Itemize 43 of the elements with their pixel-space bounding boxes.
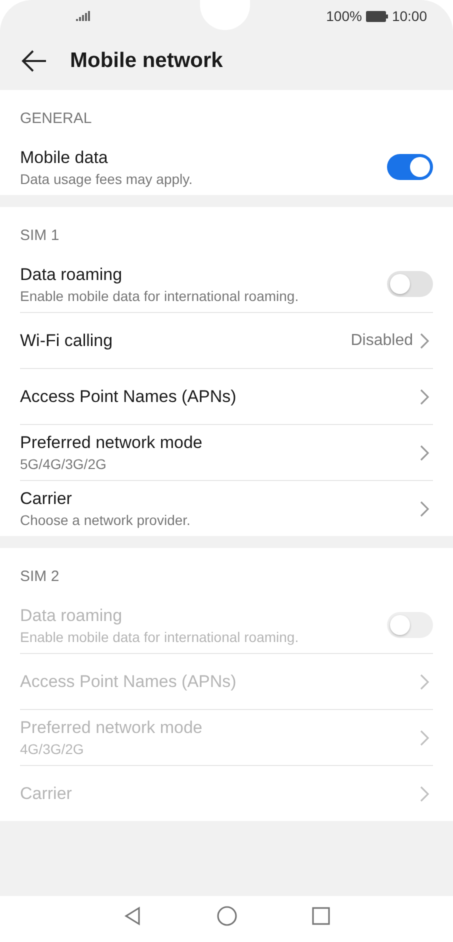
- row-title: Preferred network mode: [20, 718, 204, 738]
- row-title: Data roaming: [20, 264, 124, 284]
- row-subtitle: 4G/3G/2G: [20, 741, 85, 757]
- chevron-icon: [419, 444, 429, 460]
- section-title: GENERAL: [20, 109, 93, 129]
- chevron-icon: [419, 674, 429, 690]
- chevron-icon: [419, 388, 429, 404]
- row-subtitle: 5G/4G/3G/2G: [20, 456, 108, 472]
- chevron-icon: [419, 332, 429, 348]
- chevron-icon: [419, 500, 429, 516]
- row-subtitle: Enable mobile data for international roaming.: [20, 288, 300, 304]
- signal-icon: [76, 11, 90, 21]
- settings-row[interactable]: Preferred network mode 5G/4G/3G/2G: [20, 424, 433, 480]
- row-title: Carrier: [20, 784, 73, 804]
- page-title: Mobile network: [70, 49, 223, 73]
- back-arrow-icon[interactable]: [20, 49, 48, 73]
- home-icon[interactable]: [216, 905, 238, 927]
- row-title: Wi-Fi calling: [20, 330, 114, 350]
- row-title: Carrier: [20, 489, 73, 509]
- settings-row[interactable]: Carrier Choose a network provider.: [20, 480, 433, 536]
- battery-percent: 100%: [326, 8, 362, 24]
- settings-row[interactable]: Wi-Fi calling Disabled: [20, 312, 433, 368]
- section-title: SIM 1: [20, 226, 60, 246]
- row-title: Access Point Names (APNs): [20, 386, 238, 406]
- settings-row[interactable]: Mobile data Data usage fees may apply.: [20, 139, 433, 195]
- toggle-switch[interactable]: [387, 271, 433, 297]
- row-title: Preferred network mode: [20, 433, 204, 453]
- chevron-icon: [419, 786, 429, 802]
- clock: 10:00: [392, 8, 427, 24]
- row-subtitle: Data usage fees may apply.: [20, 170, 194, 186]
- setting-value: Disabled: [350, 332, 413, 350]
- battery-icon: [366, 10, 388, 22]
- settings-row[interactable]: Data roaming Enable mobile data for international roaming.: [20, 256, 433, 312]
- row-title: Access Point Names (APNs): [20, 672, 238, 692]
- chevron-icon: [419, 730, 429, 746]
- toggle-switch[interactable]: [387, 154, 433, 180]
- recents-icon[interactable]: [310, 905, 332, 927]
- row-subtitle: Enable mobile data for international roaming.: [20, 628, 300, 644]
- section-title: SIM 2: [20, 567, 60, 587]
- settings-row[interactable]: Access Point Names (APNs): [20, 368, 433, 424]
- row-title: Mobile data: [20, 148, 109, 168]
- row-subtitle: Choose a network provider.: [20, 512, 192, 528]
- row-title: Data roaming: [20, 606, 124, 626]
